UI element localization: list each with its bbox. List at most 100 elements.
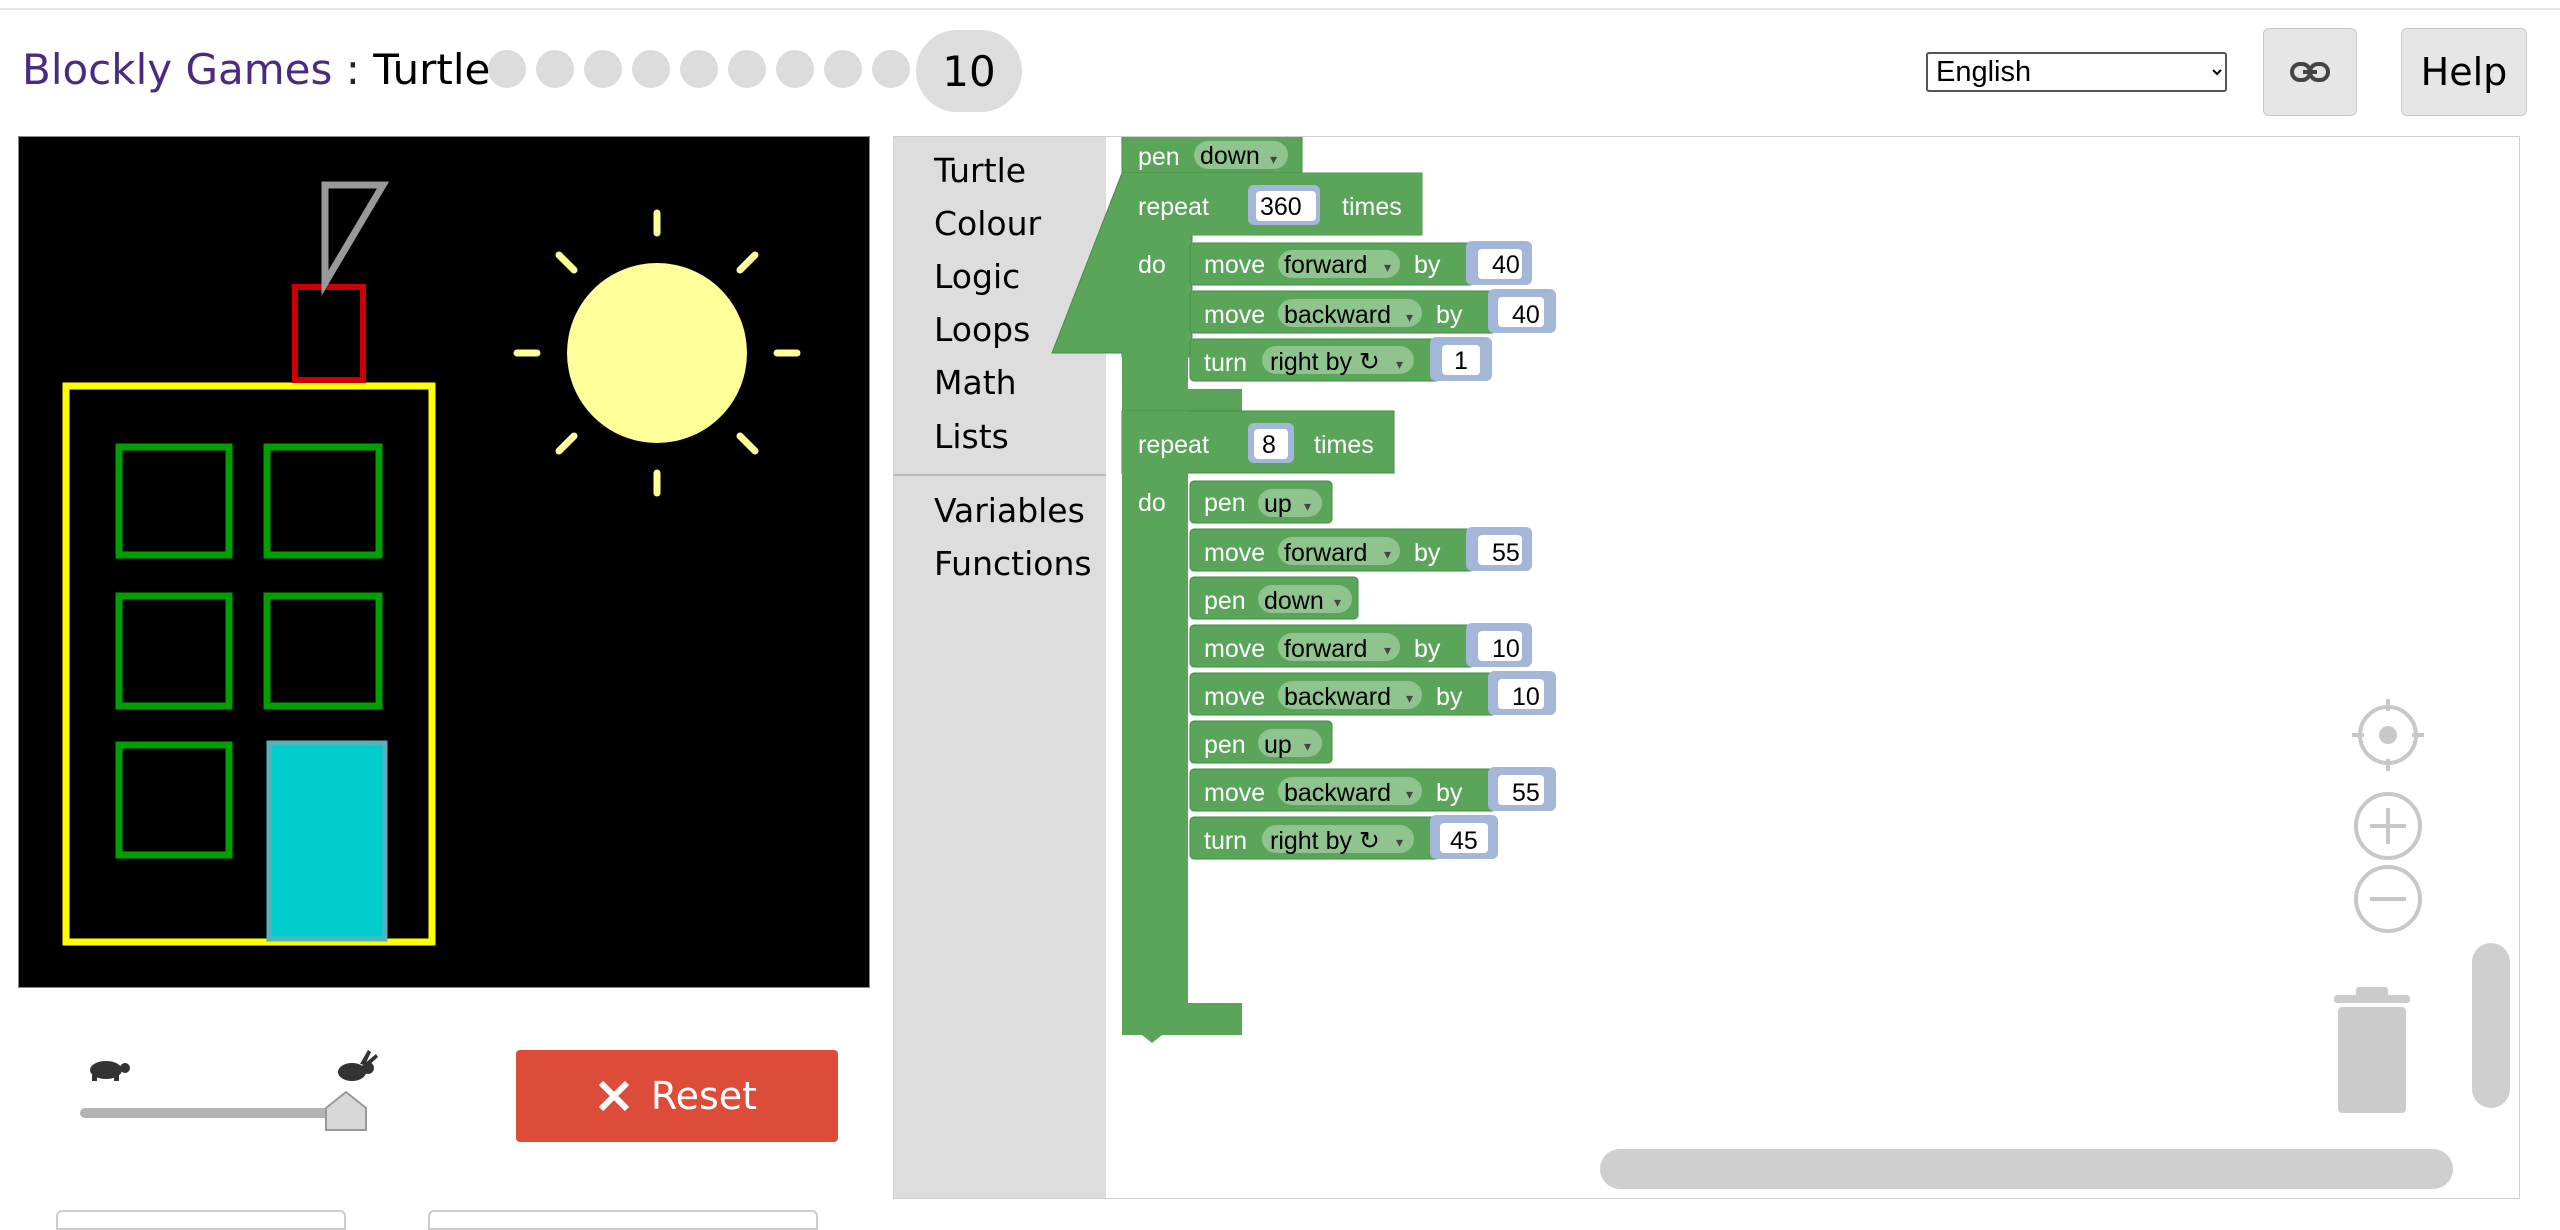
svg-text:backward: backward bbox=[1284, 683, 1391, 711]
link-button[interactable] bbox=[2263, 28, 2357, 116]
reset-label: Reset bbox=[650, 1074, 758, 1118]
svg-text:▾: ▾ bbox=[1384, 642, 1391, 658]
slider-thumb bbox=[325, 1090, 367, 1131]
level-dot[interactable] bbox=[584, 50, 622, 88]
move-backward-block[interactable]: move backward ▾ by 10 bbox=[1189, 671, 1556, 716]
bottom-button-partial[interactable] bbox=[56, 1210, 346, 1230]
pen-down-block[interactable]: pen down ▾ bbox=[1121, 137, 1303, 176]
level-dot[interactable] bbox=[488, 50, 526, 88]
svg-text:repeat: repeat bbox=[1138, 193, 1209, 221]
svg-text:forward: forward bbox=[1284, 251, 1367, 279]
pen-up-block[interactable]: pen up ▾ bbox=[1189, 720, 1333, 764]
turtle-icon bbox=[90, 1061, 130, 1081]
svg-text:▾: ▾ bbox=[1304, 738, 1311, 754]
svg-text:times: times bbox=[1342, 193, 1402, 221]
chimney bbox=[292, 284, 366, 383]
svg-text:turn: turn bbox=[1204, 827, 1247, 855]
svg-text:▾: ▾ bbox=[1334, 594, 1341, 610]
move-backward-block[interactable]: move backward ▾ by 55 bbox=[1189, 767, 1556, 812]
turn-right-block[interactable]: turn right by ↻ ▾ 45 bbox=[1189, 815, 1498, 860]
svg-text:up: up bbox=[1264, 731, 1292, 759]
level-dot[interactable] bbox=[824, 50, 862, 88]
svg-text:▾: ▾ bbox=[1384, 546, 1391, 562]
svg-text:45: 45 bbox=[1450, 827, 1478, 855]
vertical-scrollbar[interactable] bbox=[2472, 943, 2510, 1108]
svg-text:55: 55 bbox=[1492, 539, 1520, 567]
help-button[interactable]: Help bbox=[2401, 28, 2527, 116]
svg-text:pen: pen bbox=[1138, 143, 1180, 171]
svg-text:▾: ▾ bbox=[1270, 151, 1277, 167]
svg-text:pen: pen bbox=[1204, 587, 1246, 615]
svg-text:10: 10 bbox=[1492, 635, 1520, 663]
level-dot[interactable] bbox=[872, 50, 910, 88]
svg-text:move: move bbox=[1204, 251, 1265, 279]
svg-text:▾: ▾ bbox=[1406, 309, 1413, 325]
reset-button[interactable]: Reset bbox=[516, 1050, 838, 1142]
svg-text:▾: ▾ bbox=[1396, 834, 1403, 850]
svg-text:times: times bbox=[1314, 431, 1374, 459]
svg-text:move: move bbox=[1204, 635, 1265, 663]
turtle-marker bbox=[321, 181, 390, 296]
door bbox=[266, 740, 388, 942]
move-forward-block[interactable]: move forward ▾ by 55 bbox=[1189, 527, 1532, 572]
svg-text:right by ↻: right by ↻ bbox=[1270, 348, 1380, 376]
turn-right-block[interactable]: turn right by ↻ ▾ 1 bbox=[1189, 337, 1492, 382]
svg-text:move: move bbox=[1204, 539, 1265, 567]
pen-down-block[interactable]: pen down ▾ bbox=[1189, 576, 1359, 620]
page-title: Blockly Games : Turtle bbox=[22, 42, 490, 98]
window bbox=[263, 592, 383, 710]
block-canvas: pen down ▾ repeat 360 times do move forw… bbox=[1051, 137, 2424, 1113]
svg-text:by: by bbox=[1414, 251, 1441, 279]
svg-text:repeat: repeat bbox=[1138, 431, 1209, 459]
svg-text:pen: pen bbox=[1204, 489, 1246, 517]
close-icon bbox=[598, 1080, 630, 1112]
move-backward-block[interactable]: move backward ▾ by 40 bbox=[1189, 289, 1556, 334]
speed-slider[interactable] bbox=[70, 1050, 380, 1140]
svg-text:▾: ▾ bbox=[1406, 690, 1413, 706]
svg-text:▾: ▾ bbox=[1406, 786, 1413, 802]
svg-text:8: 8 bbox=[1262, 431, 1276, 459]
level-dot[interactable] bbox=[728, 50, 766, 88]
level-dot[interactable] bbox=[632, 50, 670, 88]
bottom-button-partial[interactable] bbox=[428, 1210, 818, 1230]
target-icon[interactable] bbox=[2352, 699, 2424, 771]
window bbox=[115, 592, 233, 710]
blockly-workspace[interactable]: Turtle Colour Logic Loops Math Lists Var… bbox=[893, 136, 2520, 1199]
svg-text:▾: ▾ bbox=[1396, 356, 1403, 372]
zoom-in-icon[interactable] bbox=[2354, 792, 2422, 860]
window bbox=[115, 741, 233, 859]
svg-text:360: 360 bbox=[1260, 193, 1302, 221]
zoom-out-icon[interactable] bbox=[2354, 865, 2422, 933]
level-dot[interactable] bbox=[536, 50, 574, 88]
move-forward-block[interactable]: move forward ▾ by 10 bbox=[1189, 623, 1532, 668]
svg-text:backward: backward bbox=[1284, 779, 1391, 807]
svg-text:move: move bbox=[1204, 301, 1265, 329]
turtle-drawing bbox=[62, 181, 801, 946]
level-dot[interactable] bbox=[680, 50, 718, 88]
svg-text:by: by bbox=[1414, 635, 1441, 663]
svg-text:pen: pen bbox=[1204, 731, 1246, 759]
language-select[interactable]: English bbox=[1926, 52, 2227, 92]
svg-text:1: 1 bbox=[1454, 347, 1468, 375]
slider-track bbox=[80, 1108, 360, 1118]
app-name-link[interactable]: Blockly Games bbox=[22, 45, 332, 94]
top-divider bbox=[0, 8, 2560, 10]
horizontal-scrollbar[interactable] bbox=[1600, 1149, 2453, 1189]
pen-up-block[interactable]: pen up ▾ bbox=[1189, 480, 1333, 524]
svg-text:by: by bbox=[1436, 301, 1463, 329]
svg-text:by: by bbox=[1414, 539, 1441, 567]
svg-text:10: 10 bbox=[1512, 683, 1540, 711]
trash-icon[interactable] bbox=[2334, 987, 2410, 1113]
svg-text:down: down bbox=[1264, 587, 1324, 615]
title-separator: : bbox=[332, 45, 374, 94]
svg-text:backward: backward bbox=[1284, 301, 1391, 329]
move-forward-block[interactable]: move forward ▾ by 40 bbox=[1189, 241, 1532, 286]
svg-text:40: 40 bbox=[1492, 251, 1520, 279]
window bbox=[263, 443, 383, 559]
current-level-badge[interactable]: 10 bbox=[916, 30, 1022, 112]
svg-text:40: 40 bbox=[1512, 301, 1540, 329]
level-dot[interactable] bbox=[776, 50, 814, 88]
svg-text:forward: forward bbox=[1284, 635, 1367, 663]
svg-text:down: down bbox=[1200, 142, 1260, 170]
rabbit-icon bbox=[338, 1050, 378, 1081]
